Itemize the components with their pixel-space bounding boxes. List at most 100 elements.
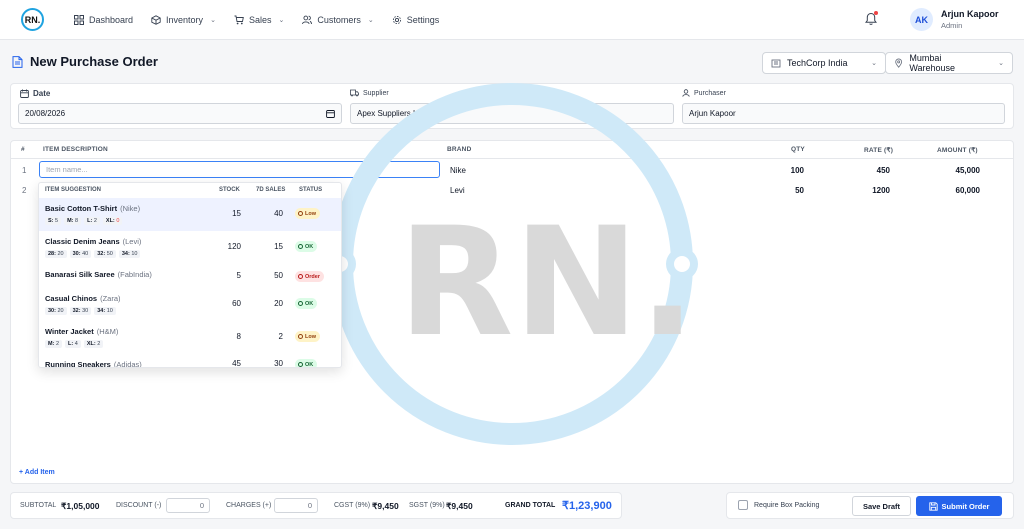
chevron-down-icon: ⌄ — [210, 17, 216, 24]
nav-label-dashboard: Dashboard — [89, 15, 134, 25]
suggestion-item[interactable]: Winter Jacket (H&M) M: 2 L: 4 XL: 2 8 2 L… — [39, 321, 341, 354]
row-2-rate[interactable]: 1200 — [856, 186, 890, 195]
row-1-num: 1 — [22, 166, 27, 175]
row-1-qty[interactable]: 100 — [770, 166, 804, 175]
suggestion-brand: (Levi) — [122, 237, 142, 246]
calendar-icon[interactable] — [326, 109, 335, 118]
user-role: Admin — [941, 21, 963, 30]
purchaser-label: Purchaser — [682, 89, 726, 97]
logo[interactable]: RN. — [21, 8, 44, 31]
nav-label-customers: Customers — [317, 15, 361, 25]
warehouse-select[interactable]: Mumbai Warehouse ⌄ — [885, 52, 1013, 74]
suggestion-item[interactable]: Casual Chinos (Zara) 30: 20 32: 30 34: 10… — [39, 288, 341, 321]
suggestion-stock: 120 — [227, 242, 241, 251]
suggestion-brand: (Zara) — [100, 294, 121, 303]
purchaser-label-text: Purchaser — [694, 89, 726, 97]
save-draft-button[interactable]: Save Draft — [852, 496, 911, 516]
avatar[interactable]: AK — [910, 8, 933, 31]
cube-icon — [151, 15, 161, 25]
suggestion-brand: (Nike) — [120, 204, 141, 213]
nav-item-inventory[interactable]: Inventory ⌄ — [151, 15, 216, 25]
company-select[interactable]: TechCorp India ⌄ — [762, 52, 886, 74]
suggestion-name: Basic Cotton T-Shirt (Nike) — [45, 204, 141, 213]
truck-icon — [350, 89, 359, 97]
suggestion-name: Banarasi Silk Saree (FabIndia) — [45, 270, 152, 279]
col-header-qty: QTY — [791, 146, 805, 153]
suggestion-sales: 30 — [274, 359, 283, 368]
check-circle-icon — [298, 301, 303, 306]
suggestion-item[interactable]: Classic Denim Jeans (Levi) 28: 20 30: 40 … — [39, 231, 341, 264]
nav-label-sales: Sales — [248, 15, 272, 25]
nav-item-dashboard[interactable]: Dashboard — [74, 15, 133, 25]
item-suggestion-dropdown: ITEM SUGGESTION STOCK 7D SALES STATUS Ba… — [38, 182, 342, 368]
suggestion-item[interactable]: Banarasi Silk Saree (FabIndia) 5 50 Order — [39, 264, 341, 288]
nav-item-customers[interactable]: Customers ⌄ — [302, 15, 374, 25]
size-chip: S: 5 — [45, 217, 62, 225]
cart-icon — [234, 15, 244, 25]
subtotal-value: ₹1,05,000 — [61, 501, 100, 511]
row-2-amount: 60,000 — [955, 186, 980, 195]
size-chip: 32: 50 — [94, 250, 116, 258]
status-badge: Low — [295, 331, 320, 342]
main-nav: Dashboard Inventory ⌄ Sales ⌄ Customers … — [74, 0, 439, 40]
size-chip: 28: 20 — [45, 250, 67, 258]
dd-header-sales: 7D SALES — [256, 187, 286, 193]
suggestion-stock: 45 — [232, 359, 241, 368]
nav-item-sales[interactable]: Sales ⌄ — [234, 15, 284, 25]
building-icon — [771, 59, 781, 68]
check-circle-icon — [298, 362, 303, 367]
status-badge: OK — [295, 359, 318, 367]
purchaser-value: Arjun Kapoor — [689, 109, 736, 118]
location-pin-icon — [895, 58, 903, 68]
suggestion-sales: 15 — [274, 242, 283, 251]
row-2-qty[interactable]: 50 — [770, 186, 804, 195]
status-badge: OK — [295, 241, 318, 252]
item-name-input[interactable]: Item name... — [39, 161, 440, 178]
check-circle-icon — [298, 244, 303, 249]
charges-input[interactable]: 0 — [274, 498, 318, 513]
supplier-label-text: Supplier — [363, 89, 389, 97]
box-packing-checkbox[interactable] — [738, 500, 748, 510]
chevron-down-icon: ⌄ — [367, 17, 374, 24]
row-1-rate[interactable]: 450 — [856, 166, 890, 175]
supplier-value: Apex Suppliers Ltd. — [357, 109, 427, 118]
suggestion-stock: 5 — [236, 271, 241, 280]
alert-icon — [298, 334, 303, 339]
dd-header-stock: STOCK — [219, 187, 240, 193]
dd-header-item: ITEM SUGGESTION — [45, 187, 102, 193]
gear-icon — [392, 15, 401, 25]
nav-item-settings[interactable]: Settings — [392, 15, 439, 25]
chevron-down-icon: ⌄ — [278, 17, 285, 24]
chevron-down-icon: ⌄ — [998, 60, 1004, 67]
suggestion-name: Running Sneakers (Adidas) — [45, 360, 142, 368]
row-1-brand[interactable]: Nike — [450, 166, 466, 175]
suggestion-item[interactable]: Running Sneakers (Adidas) 45 30 OK — [39, 354, 341, 368]
size-chip: L: 4 — [65, 340, 81, 348]
discount-label: DISCOUNT (-) — [116, 502, 162, 509]
grand-total-value: ₹1,23,900 — [562, 500, 612, 512]
notification-dot — [874, 11, 878, 15]
size-chip: XL: 0 — [102, 217, 123, 225]
row-2-num: 2 — [22, 186, 27, 195]
suggestion-item[interactable]: Basic Cotton T-Shirt (Nike) S: 5 M: 8 L: … — [39, 198, 341, 231]
row-2-brand[interactable]: Levi — [450, 186, 465, 195]
col-header-num: # — [21, 146, 25, 153]
chevron-down-icon: ⌄ — [871, 60, 877, 67]
date-input[interactable]: 20/08/2026 — [18, 103, 342, 124]
box-packing-label[interactable]: Require Box Packing — [754, 502, 819, 509]
status-badge: Order — [295, 271, 324, 282]
purchaser-input[interactable]: Arjun Kapoor — [682, 103, 1005, 124]
company-value: TechCorp India — [787, 58, 848, 68]
submit-order-button[interactable]: Submit Order — [916, 496, 1002, 516]
supplier-input[interactable]: Apex Suppliers Ltd. — [350, 103, 674, 124]
subtotal-label: SUBTOTAL — [20, 502, 57, 509]
document-icon — [12, 55, 23, 68]
date-value: 20/08/2026 — [25, 109, 66, 118]
discount-input[interactable]: 0 — [166, 498, 210, 513]
status-badge: Low — [295, 208, 320, 219]
add-item-button[interactable]: + Add Item — [19, 469, 55, 476]
alert-icon — [298, 211, 303, 216]
suggestion-brand: (FabIndia) — [117, 270, 152, 279]
sgst-value: ₹9,450 — [446, 501, 473, 511]
page-title: New Purchase Order — [30, 54, 158, 69]
